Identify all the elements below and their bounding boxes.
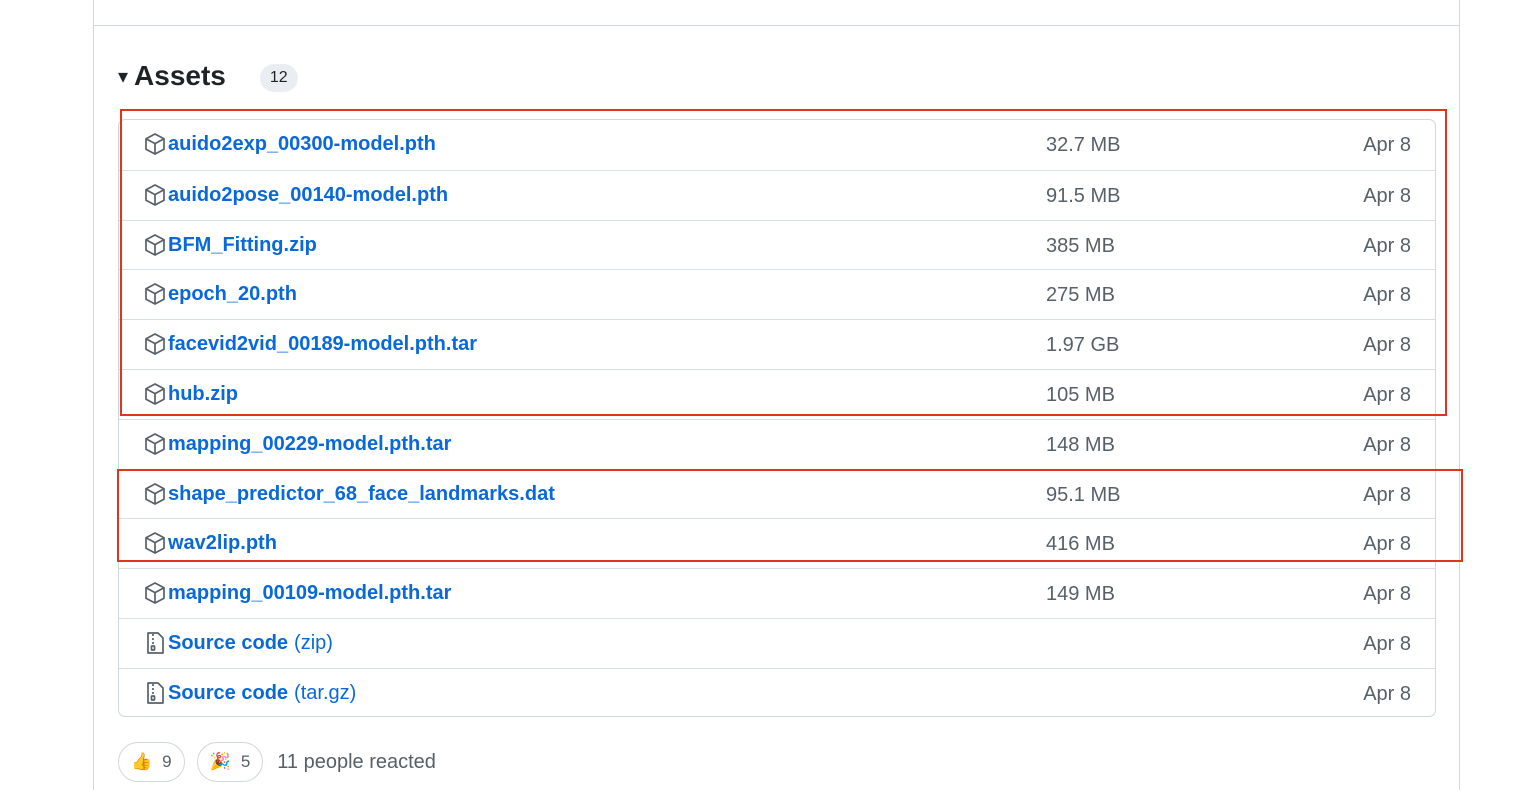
package-icon <box>144 282 166 306</box>
package-icon <box>144 482 166 506</box>
asset-link[interactable]: mapping_00109-model.pth.tar <box>168 582 451 605</box>
reactions-bar: 👍 9 🎉 5 11 people reacted <box>118 742 436 782</box>
package-icon <box>144 332 166 356</box>
package-icon <box>144 531 166 555</box>
asset-date: Apr 8 <box>1363 483 1411 506</box>
asset-date: Apr 8 <box>1363 633 1411 655</box>
asset-row: auido2exp_00300-model.pth 32.7 MB Apr 8 <box>119 120 1435 170</box>
triangle-down-icon[interactable]: ▾ <box>118 64 128 89</box>
asset-date: Apr 8 <box>1363 583 1411 606</box>
file-zip-icon <box>144 631 166 655</box>
asset-date: Apr 8 <box>1363 334 1411 357</box>
asset-size: 385 MB <box>1046 234 1115 257</box>
asset-link[interactable]: facevid2vid_00189-model.pth.tar <box>168 333 477 356</box>
asset-row: Source code (zip) Apr 8 <box>119 618 1435 668</box>
reaction-summary: 11 people reacted <box>277 750 436 773</box>
asset-size: 275 MB <box>1046 284 1115 307</box>
asset-date: Apr 8 <box>1363 433 1411 456</box>
asset-format-label[interactable]: (zip) <box>294 632 333 654</box>
asset-link[interactable]: auido2exp_00300-model.pth <box>168 133 436 156</box>
asset-link[interactable]: auido2pose_00140-model.pth <box>168 184 448 207</box>
reaction-button[interactable]: 🎉 5 <box>196 742 264 782</box>
asset-row: wav2lip.pth 416 MB Apr 8 <box>119 518 1435 568</box>
asset-size: 148 MB <box>1046 433 1115 456</box>
package-icon <box>144 581 166 605</box>
asset-size: 105 MB <box>1046 384 1115 406</box>
asset-date: Apr 8 <box>1363 134 1411 156</box>
asset-date: Apr 8 <box>1363 284 1411 307</box>
package-icon <box>144 432 166 456</box>
asset-date: Apr 8 <box>1363 533 1411 556</box>
asset-size: 1.97 GB <box>1046 334 1120 357</box>
asset-size: 95.1 MB <box>1046 483 1121 506</box>
file-zip-icon <box>144 681 166 705</box>
reaction-count: 9 <box>162 752 172 771</box>
thumbs-up-icon: 👍 <box>131 752 153 771</box>
assets-list: auido2exp_00300-model.pth 32.7 MB Apr 8 aui… <box>118 119 1436 717</box>
section-divider <box>93 25 1460 26</box>
asset-row: BFM_Fitting.zip 385 MB Apr 8 <box>119 219 1435 270</box>
asset-link[interactable]: wav2lip.pth <box>168 532 277 555</box>
asset-size: 91.5 MB <box>1046 184 1121 207</box>
package-icon <box>144 183 166 207</box>
asset-link[interactable]: Source code (tar.gz) <box>168 682 356 705</box>
assets-title[interactable]: Assets <box>134 60 226 92</box>
asset-row: mapping_00229-model.pth.tar 148 MB Apr 8 <box>119 418 1435 469</box>
assets-count-badge: 12 <box>259 64 298 92</box>
asset-row: shape_predictor_68_face_landmarks.dat 95.… <box>119 468 1435 519</box>
asset-format-label[interactable]: (tar.gz) <box>294 682 356 704</box>
asset-row: mapping_00109-model.pth.tar 149 MB Apr 8 <box>119 568 1435 618</box>
asset-date: Apr 8 <box>1363 384 1411 406</box>
asset-row: hub.zip 105 MB Apr 8 <box>119 369 1435 419</box>
asset-row: Source code (tar.gz) Apr 8 <box>119 667 1435 716</box>
package-icon <box>144 382 166 406</box>
asset-date: Apr 8 <box>1363 682 1411 705</box>
asset-size: 32.7 MB <box>1046 134 1121 156</box>
asset-link[interactable]: mapping_00229-model.pth.tar <box>168 433 451 456</box>
asset-link[interactable]: Source code (zip) <box>168 632 333 655</box>
asset-row: auido2pose_00140-model.pth 91.5 MB Apr 8 <box>119 169 1435 220</box>
asset-link[interactable]: BFM_Fitting.zip <box>168 234 317 257</box>
reaction-count: 5 <box>240 752 251 771</box>
asset-date: Apr 8 <box>1363 234 1411 257</box>
assets-header[interactable]: ▾ Assets 12 <box>118 56 298 96</box>
package-icon <box>144 233 166 257</box>
asset-size: 149 MB <box>1046 583 1115 606</box>
asset-link[interactable]: hub.zip <box>168 383 238 406</box>
asset-size: 416 MB <box>1046 533 1115 556</box>
asset-date: Apr 8 <box>1363 184 1411 207</box>
asset-link[interactable]: shape_predictor_68_face_landmarks.dat <box>168 483 555 506</box>
asset-row: epoch_20.pth 275 MB Apr 8 <box>119 269 1435 319</box>
asset-link[interactable]: epoch_20.pth <box>168 283 297 306</box>
party-popper-icon: 🎉 <box>209 752 231 771</box>
reaction-button[interactable]: 👍 9 <box>118 742 185 782</box>
asset-row: facevid2vid_00189-model.pth.tar 1.97 GB Ap… <box>119 319 1435 369</box>
package-icon <box>144 132 166 156</box>
